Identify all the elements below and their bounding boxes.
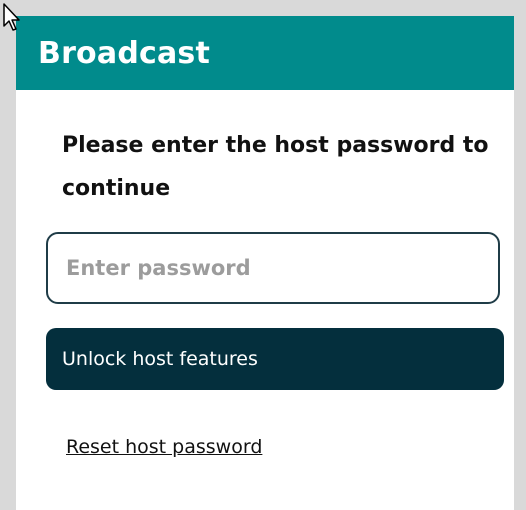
mouse-pointer-icon: [3, 3, 20, 31]
panel-header: Broadcast: [16, 16, 514, 90]
reset-host-password-link[interactable]: Reset host password: [66, 436, 262, 458]
broadcast-panel: Broadcast Please enter the host password…: [16, 16, 514, 510]
password-input[interactable]: [46, 232, 500, 304]
panel-title: Broadcast: [38, 35, 211, 71]
unlock-host-features-button[interactable]: Unlock host features: [46, 328, 504, 390]
password-prompt: Please enter the host password to contin…: [62, 133, 489, 201]
